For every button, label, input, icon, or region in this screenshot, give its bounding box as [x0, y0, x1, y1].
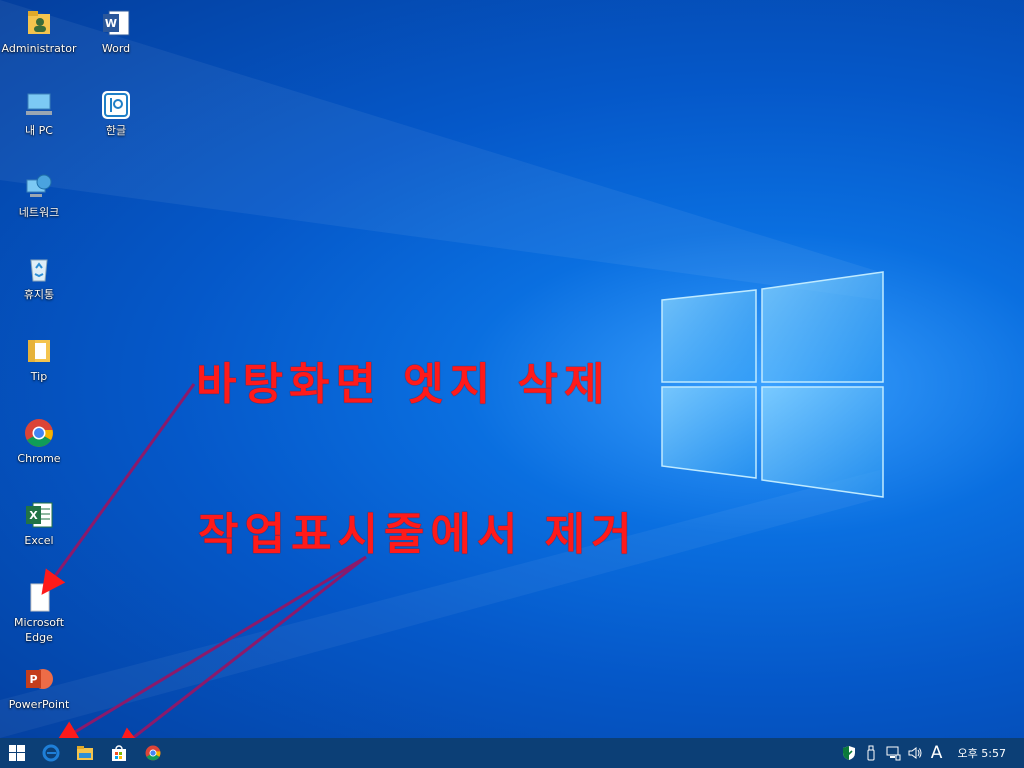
desktop-icon-label: 네트워크 [18, 206, 60, 219]
network-status-icon[interactable] [882, 738, 904, 768]
taskbar: A 오후 5:57 [0, 738, 1024, 768]
desktop-icon-powerpoint[interactable]: P PowerPoint [0, 664, 78, 712]
computer-icon [24, 90, 54, 120]
volume-icon[interactable] [904, 738, 926, 768]
arrow-to-desktop-edge [41, 383, 196, 595]
network-icon [24, 172, 54, 202]
svg-text:X: X [29, 509, 38, 522]
desktop-icon-chrome[interactable]: Chrome [0, 418, 78, 466]
word-icon: W [101, 8, 131, 38]
chrome-icon [24, 418, 54, 448]
chrome-icon [145, 745, 161, 761]
svg-text:P: P [29, 673, 37, 686]
desktop-icon-label: 내 PC [25, 124, 53, 137]
desktop-icon-label: Microsoft Edge [13, 616, 65, 644]
desktop-icon-tip[interactable]: Tip [0, 336, 78, 384]
desktop-icon-microsoft-edge[interactable]: Microsoft Edge [0, 582, 78, 645]
desktop-icon-label: Tip [30, 370, 48, 383]
desktop-icon-recycle-bin[interactable]: 휴지통 [0, 254, 78, 302]
annotation-remove-from-taskbar: 작업표시줄에서 제거 [198, 509, 638, 560]
desktop-icon-excel[interactable]: X Excel [0, 500, 78, 548]
file-explorer-icon [77, 746, 93, 760]
powerpoint-icon: P [24, 664, 54, 694]
taskbar-chrome-button[interactable] [136, 738, 170, 768]
blank-file-icon [24, 582, 54, 612]
desktop-icon-label: Word [101, 42, 131, 55]
input-method-indicator[interactable]: A [926, 738, 948, 768]
user-folder-icon [24, 8, 54, 38]
start-icon [9, 745, 25, 761]
usb-device-icon[interactable] [860, 738, 882, 768]
taskbar-edge-button[interactable] [34, 738, 68, 768]
arrow-to-taskbar-edge [54, 555, 367, 745]
system-tray: A 오후 5:57 [838, 738, 1024, 768]
desktop-icon-network[interactable]: 네트워크 [0, 172, 78, 220]
desktop-icon-label: PowerPoint [8, 698, 70, 711]
desktop-icon-label: Excel [24, 534, 54, 547]
taskbar-store-button[interactable] [102, 738, 136, 768]
hangul-icon [101, 90, 131, 120]
edge-icon [42, 744, 60, 762]
desktop-icon-hangul[interactable]: 한글 [77, 90, 155, 138]
svg-text:W: W [105, 17, 117, 30]
desktop-icon-administrator[interactable]: Administrator [0, 8, 78, 56]
store-icon [112, 745, 126, 761]
desktop-icon-my-pc[interactable]: 내 PC [0, 90, 78, 138]
desktop-icon-label: 한글 [105, 124, 127, 137]
annotation-remove-desktop-edge: 바탕화면 엣지 삭제 [196, 359, 611, 410]
security-shield-icon[interactable] [838, 738, 860, 768]
folder-icon [24, 336, 54, 366]
arrow-to-taskbar-store [115, 555, 367, 752]
excel-icon: X [24, 500, 54, 530]
start-button[interactable] [0, 738, 34, 768]
desktop-icon-label: Administrator [1, 42, 77, 55]
taskbar-clock[interactable]: 오후 5:57 [948, 745, 1024, 761]
desktop-icon-label: 휴지통 [23, 288, 55, 301]
desktop-icon-word[interactable]: W Word [77, 8, 155, 56]
recycle-bin-icon [24, 254, 54, 284]
desktop-icon-label: Chrome [17, 452, 61, 465]
taskbar-file-explorer-button[interactable] [68, 738, 102, 768]
